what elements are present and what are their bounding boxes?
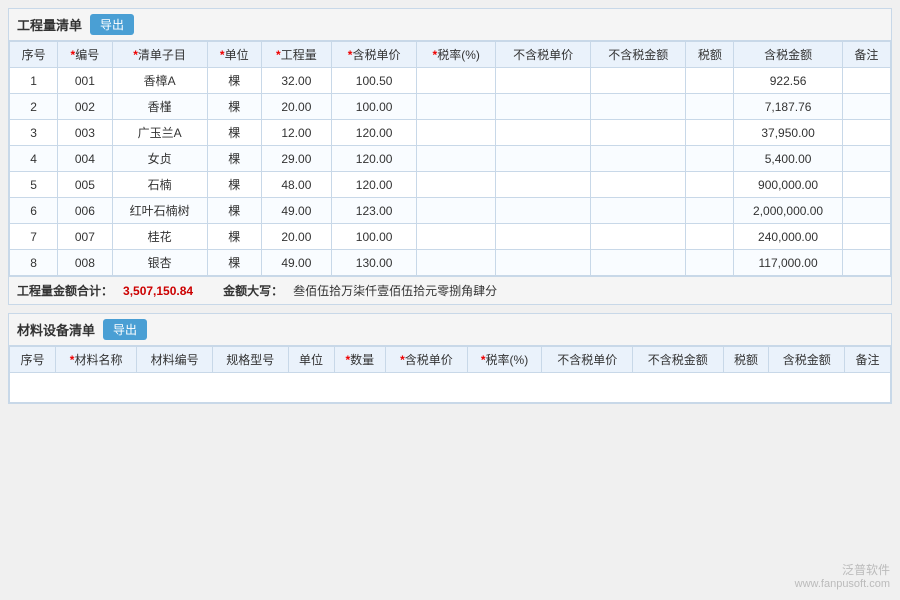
material-equipment-section: 材料设备清单 导出 序号 *材料名称 材料编号 规格型号 单位 *数量 *含税单… [8,313,892,404]
table-row: 7007桂花棵20.00100.00240,000.00 [10,224,891,250]
col2-tax-amount: 含税金额 [769,347,845,373]
col2-notax-unit: 不含税单价 [542,347,633,373]
col-tax-rate: *税率(%) [417,42,496,68]
section2-export-button[interactable]: 导出 [103,319,147,340]
col-remark: 备注 [842,42,890,68]
col2-remark: 备注 [845,347,891,373]
col-notax-amount: 不含税金额 [591,42,686,68]
col2-unit: 单位 [288,347,334,373]
summary-label: 工程量金额合计： [17,282,113,299]
col2-notax-amount: 不含税金额 [632,347,723,373]
section2-table-wrap: 序号 *材料名称 材料编号 规格型号 单位 *数量 *含税单价 *税率(%) 不… [9,346,891,403]
section1-header-row: 序号 *编号 *清单子目 *单位 *工程量 *含税单价 *税率(%) 不含税单价… [10,42,891,68]
section2-header: 材料设备清单 导出 [9,314,891,346]
col-unit: *单位 [207,42,261,68]
section1-header: 工程量清单 导出 [9,9,891,41]
section1-table: 序号 *编号 *清单子目 *单位 *工程量 *含税单价 *税率(%) 不含税单价… [9,41,891,276]
col-tax: 税额 [686,42,734,68]
section1-summary: 工程量金额合计： 3,507,150.84 金额大写： 叁佰伍拾万柒仟壹佰伍拾元… [9,276,891,304]
section1-title: 工程量清单 [17,15,82,34]
summary-value: 3,507,150.84 [123,284,193,298]
col-item: *清单子目 [112,42,207,68]
table-row: 5005石楠棵48.00120.00900,000.00 [10,172,891,198]
watermark-brand: 泛普软件 [795,561,890,578]
col-quantity: *工程量 [261,42,331,68]
table-row: 4004女贞棵29.00120.005,400.00 [10,146,891,172]
col-code: *编号 [58,42,112,68]
summary-big-value: 叁佰伍拾万柒仟壹佰伍拾元零捌角肆分 [293,282,497,299]
table-row: 2002香槿棵20.00100.007,187.76 [10,94,891,120]
section1-export-button[interactable]: 导出 [90,14,134,35]
section1-tbody: 1001香樟A棵32.00100.50922.562002香槿棵20.00100… [10,68,891,276]
table-row: 1001香樟A棵32.00100.50922.56 [10,68,891,94]
section1-table-wrap: 序号 *编号 *清单子目 *单位 *工程量 *含税单价 *税率(%) 不含税单价… [9,41,891,276]
empty-row [10,373,891,403]
col2-name: *材料名称 [55,347,136,373]
col2-spec: 规格型号 [212,347,288,373]
summary-big-label: 金额大写： [223,282,283,299]
col2-code: 材料编号 [137,347,213,373]
col2-seq: 序号 [10,347,56,373]
col-notax-unit: 不含税单价 [496,42,591,68]
col-tax-unit: *含税单价 [331,42,417,68]
table-row: 3003广玉兰A棵12.00120.0037,950.00 [10,120,891,146]
engineering-quantity-section: 工程量清单 导出 序号 *编号 *清单子目 *单位 *工程量 *含税单价 *税率… [8,8,892,305]
section2-title: 材料设备清单 [17,320,95,339]
col-tax-amount: 含税金额 [734,42,842,68]
section2-table: 序号 *材料名称 材料编号 规格型号 单位 *数量 *含税单价 *税率(%) 不… [9,346,891,403]
section2-tbody [10,373,891,403]
section2-header-row: 序号 *材料名称 材料编号 规格型号 单位 *数量 *含税单价 *税率(%) 不… [10,347,891,373]
col2-tax-unit: *含税单价 [386,347,467,373]
table-row: 8008银杏棵49.00130.00117,000.00 [10,250,891,276]
watermark-url: www.fanpusoft.com [795,578,890,590]
col2-quantity: *数量 [334,347,386,373]
col2-tax: 税额 [723,347,769,373]
watermark: 泛普软件 www.fanpusoft.com [795,561,890,590]
table-row: 6006红叶石楠树棵49.00123.002,000,000.00 [10,198,891,224]
col2-tax-rate: *税率(%) [467,347,542,373]
col-seq: 序号 [10,42,58,68]
